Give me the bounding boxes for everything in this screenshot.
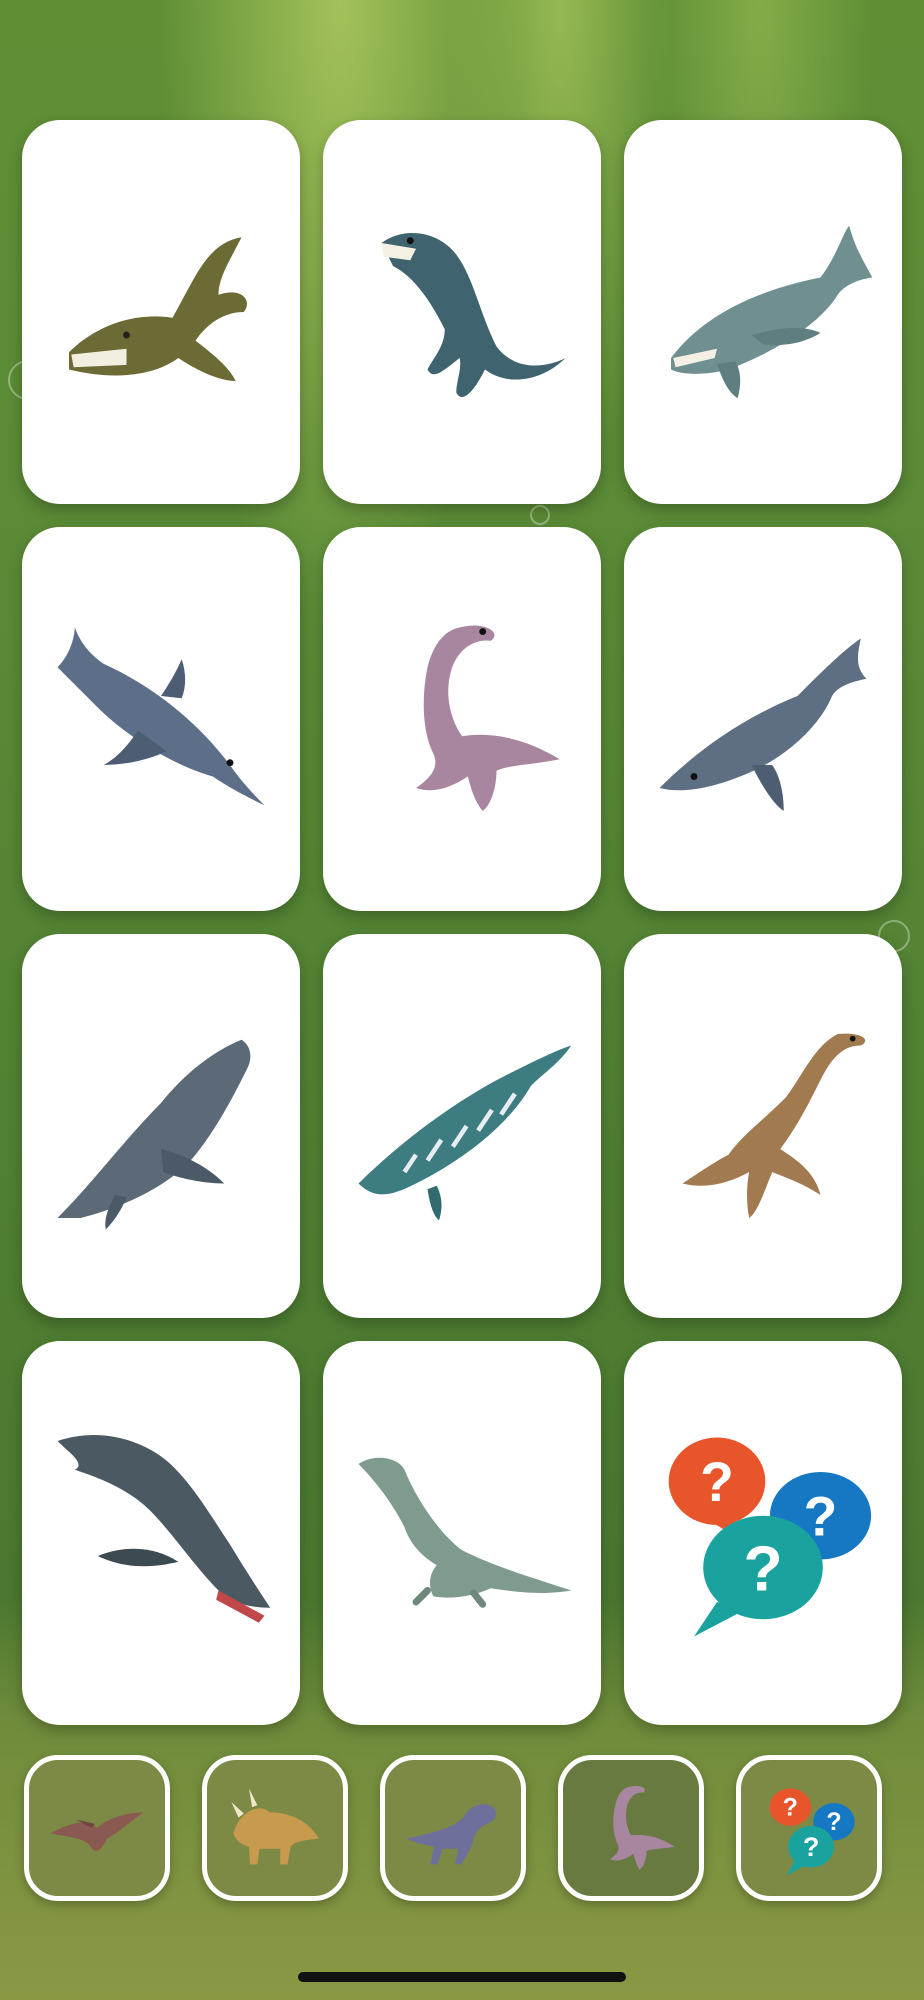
tab-flying-reptiles[interactable] bbox=[24, 1755, 170, 1901]
card-nothosaurus[interactable] bbox=[323, 120, 601, 504]
mosasaurus-icon bbox=[358, 1045, 572, 1221]
svg-text:?: ? bbox=[700, 1451, 734, 1513]
card-tylosaurus[interactable] bbox=[22, 120, 300, 504]
elasmosaurus-icon bbox=[416, 625, 560, 811]
question-bubbles-icon: ? ? ? bbox=[769, 1788, 855, 1876]
card-plesiosaurus[interactable] bbox=[624, 934, 902, 1318]
liopleurodon-icon bbox=[671, 225, 873, 399]
card-quiz[interactable]: ? ? ? bbox=[624, 1341, 902, 1725]
plesiosaur-icon bbox=[610, 1785, 675, 1870]
svg-text:?: ? bbox=[803, 1832, 820, 1862]
tab-quiz[interactable]: ? ? ? bbox=[736, 1755, 882, 1901]
plesiosaurus-icon bbox=[682, 1033, 866, 1218]
card-liopleurodon[interactable] bbox=[624, 120, 902, 504]
ophthalmosaurus-icon bbox=[659, 638, 867, 811]
svg-text:?: ? bbox=[826, 1808, 841, 1836]
card-ichthyosaurus[interactable] bbox=[22, 527, 300, 911]
svg-text:?: ? bbox=[743, 1533, 782, 1605]
home-indicator[interactable] bbox=[298, 1972, 626, 1982]
card-mosasaurus-dark[interactable] bbox=[22, 1341, 300, 1725]
card-kronosaurus[interactable] bbox=[22, 934, 300, 1318]
card-elasmosaurus-pink[interactable] bbox=[323, 527, 601, 911]
mosasaurus-dark-icon bbox=[57, 1435, 271, 1623]
raptor-icon bbox=[406, 1804, 497, 1865]
nothosaurus-icon bbox=[381, 232, 566, 398]
ichthyosaurus-icon bbox=[57, 627, 265, 806]
tab-predators[interactable] bbox=[380, 1755, 526, 1901]
category-tab-bar: ? ? ? bbox=[0, 1755, 924, 1915]
card-brachauchenius[interactable] bbox=[323, 1341, 601, 1725]
pterodactyl-icon bbox=[50, 1812, 144, 1851]
tylosaurus-icon bbox=[69, 237, 247, 381]
kronosaurus-icon bbox=[57, 1039, 251, 1230]
card-ophthalmosaurus[interactable] bbox=[624, 527, 902, 911]
tab-sea-reptiles[interactable] bbox=[558, 1755, 704, 1901]
sea-reptile-icon bbox=[358, 1457, 572, 1608]
triceratops-icon bbox=[231, 1788, 319, 1865]
creature-card-grid: ? ? ? bbox=[22, 120, 902, 1725]
card-mosasaurus-striped[interactable] bbox=[323, 934, 601, 1318]
tab-horned-dinosaurs[interactable] bbox=[202, 1755, 348, 1901]
svg-text:?: ? bbox=[783, 1794, 798, 1822]
question-bubbles-icon: ? ? ? bbox=[668, 1437, 872, 1637]
